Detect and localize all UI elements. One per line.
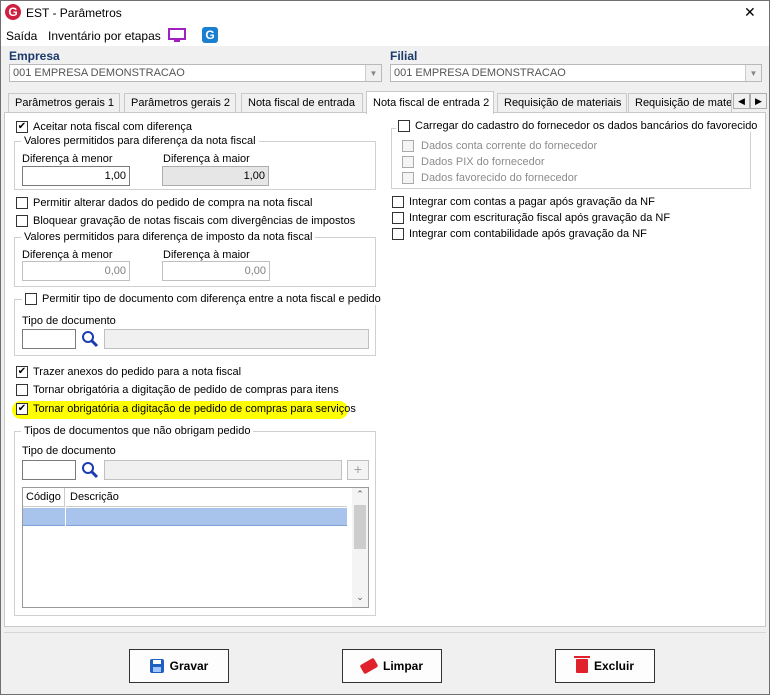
trazer-anexos-checkbox[interactable]: ✔	[16, 366, 28, 378]
dados-conta-checkbox[interactable]	[402, 140, 414, 152]
tipos-doc-description	[104, 460, 342, 480]
dif-menor-label: Diferença à menor	[22, 153, 113, 165]
tab-label: Parâmetros gerais 1	[15, 97, 115, 109]
empresa-select[interactable]: 001 EMPRESA DEMONSTRACAO	[9, 64, 382, 82]
dados-favorecido-checkbox[interactable]	[402, 172, 414, 184]
gravar-button[interactable]: Gravar	[129, 649, 229, 683]
chevron-down-icon[interactable]: ▼	[745, 65, 761, 81]
tipos-doc-input[interactable]	[22, 460, 76, 480]
filial-value: 001 EMPRESA DEMONSTRACAO	[394, 67, 566, 79]
permitir-tipo-header: Permitir tipo de documento com diferença…	[22, 293, 384, 305]
carregar-label: Carregar do cadastro do fornecedor os da…	[415, 120, 758, 132]
aceitar-checkbox[interactable]: ✔	[16, 121, 28, 133]
tab-label: Requisição de materi	[635, 97, 732, 109]
excluir-label: Excluir	[593, 659, 635, 673]
title-bar: G EST - Parâmetros ✕	[0, 0, 770, 26]
obrig-itens-checkbox[interactable]	[16, 384, 28, 396]
tab-parametros-gerais-1[interactable]: Parâmetros gerais 1	[8, 93, 120, 113]
tab-scroll-right-icon[interactable]: ▶	[750, 93, 767, 109]
eraser-icon	[359, 657, 379, 675]
imp-maior-label: Diferença à maior	[163, 249, 250, 261]
close-icon[interactable]: ✕	[744, 4, 756, 21]
tab-label: Nota fiscal de entrada 2	[373, 97, 490, 109]
tipo-doc-label: Tipo de documento	[22, 315, 116, 327]
tab-requisicao-materiais[interactable]: Requisição de materiais	[497, 93, 627, 113]
search-icon[interactable]	[81, 330, 99, 348]
permitir-alterar-checkbox[interactable]	[16, 197, 28, 209]
grid-row-selected[interactable]	[23, 508, 347, 526]
filial-select[interactable]: 001 EMPRESA DEMONSTRACAO	[390, 64, 762, 82]
dif-menor-input[interactable]: 1,00	[22, 166, 130, 186]
scroll-down-icon[interactable]: ⌄	[352, 592, 368, 606]
imp-menor-input[interactable]: 0,00	[22, 261, 130, 281]
excluir-button[interactable]: Excluir	[555, 649, 655, 683]
obrig-servicos-label: Tornar obrigatória a digitação de pedido…	[33, 403, 356, 415]
menu-bar: Saída Inventário por etapas G	[0, 26, 770, 46]
search-icon[interactable]	[81, 461, 99, 479]
tab-requisicao-materiais-2[interactable]: Requisição de materi	[628, 93, 732, 113]
empresa-label: Empresa	[9, 49, 60, 63]
tab-scroll-left-icon[interactable]: ◀	[733, 93, 750, 109]
bloquear-label: Bloquear gravação de notas fiscais com d…	[33, 215, 356, 227]
grid-header-codigo[interactable]: Código	[23, 488, 65, 507]
carregar-checkbox[interactable]	[398, 120, 410, 132]
tipos-doc-label: Tipo de documento	[22, 445, 116, 457]
valores-group-title: Valores permitidos para diferença da not…	[21, 135, 259, 147]
tab-parametros-gerais-2[interactable]: Parâmetros gerais 2	[124, 93, 236, 113]
permitir-alterar-label: Permitir alterar dados do pedido de comp…	[33, 197, 313, 209]
scroll-thumb[interactable]	[354, 505, 366, 549]
chevron-down-icon[interactable]: ▼	[365, 65, 381, 81]
add-button[interactable]: +	[347, 460, 369, 480]
dados-pix-checkbox[interactable]	[402, 156, 414, 168]
integrar-escrit-label: Integrar com escrituração fiscal após gr…	[409, 212, 671, 224]
app-shortcut-icon[interactable]: G	[202, 27, 218, 43]
grid-header-descricao[interactable]: Descrição	[66, 488, 347, 507]
trash-icon	[573, 656, 590, 673]
obrig-itens-label: Tornar obrigatória a digitação de pedido…	[33, 384, 339, 396]
monitor-icon[interactable]	[168, 28, 186, 44]
dados-favorecido-label: Dados favorecido do fornecedor	[421, 172, 578, 184]
empresa-value: 001 EMPRESA DEMONSTRACAO	[13, 67, 185, 79]
trazer-anexos-label: Trazer anexos do pedido para a nota fisc…	[33, 366, 242, 378]
obrig-servicos-checkbox[interactable]: ✔	[16, 403, 28, 415]
save-icon	[149, 659, 164, 673]
integrar-pagar-checkbox[interactable]	[392, 196, 404, 208]
tab-label: Requisição de materiais	[504, 97, 622, 109]
app-logo-icon: G	[5, 4, 21, 20]
scroll-up-icon[interactable]: ⌃	[352, 489, 368, 503]
integrar-escrit-checkbox[interactable]	[392, 212, 404, 224]
menu-item-inventario[interactable]: Inventário por etapas	[48, 29, 161, 43]
tab-nota-fiscal-entrada-2[interactable]: Nota fiscal de entrada 2	[366, 91, 494, 114]
dados-pix-label: Dados PIX do fornecedor	[421, 156, 545, 168]
carregar-header: Carregar do cadastro do fornecedor os da…	[396, 120, 760, 132]
tab-label: Nota fiscal de entrada	[248, 97, 356, 109]
limpar-button[interactable]: Limpar	[342, 649, 442, 683]
tab-nota-fiscal-entrada[interactable]: Nota fiscal de entrada	[241, 93, 363, 113]
window-title: EST - Parâmetros	[26, 6, 122, 20]
grid-row-divider	[65, 508, 66, 526]
limpar-label: Limpar	[382, 659, 423, 673]
tab-label: Parâmetros gerais 2	[131, 97, 231, 109]
aceitar-label: Aceitar nota fiscal com diferença	[33, 121, 192, 133]
bottom-separator	[4, 632, 766, 633]
integrar-contab-label: Integrar com contabilidade após gravação…	[409, 228, 647, 240]
permitir-tipo-checkbox[interactable]	[25, 293, 37, 305]
imp-menor-label: Diferença à menor	[22, 249, 113, 261]
tipo-doc-description	[104, 329, 369, 349]
filial-label: Filial	[390, 49, 418, 63]
menu-item-saida[interactable]: Saída	[6, 29, 37, 43]
dados-conta-label: Dados conta corrente do fornecedor	[421, 140, 598, 152]
imposto-group-title: Valores permitidos para diferença de imp…	[21, 231, 316, 243]
permitir-tipo-label: Permitir tipo de documento com diferença…	[42, 293, 381, 305]
integrar-pagar-label: Integrar com contas a pagar após gravaçã…	[409, 196, 655, 208]
bloquear-checkbox[interactable]	[16, 215, 28, 227]
tipo-doc-input[interactable]	[22, 329, 76, 349]
tipos-group-title: Tipos de documentos que não obrigam pedi…	[21, 425, 254, 437]
gravar-label: Gravar	[169, 659, 209, 673]
imp-maior-input[interactable]: 0,00	[162, 261, 270, 281]
integrar-contab-checkbox[interactable]	[392, 228, 404, 240]
dif-maior-label: Diferença à maior	[163, 153, 250, 165]
dif-maior-input[interactable]: 1,00	[162, 166, 269, 186]
